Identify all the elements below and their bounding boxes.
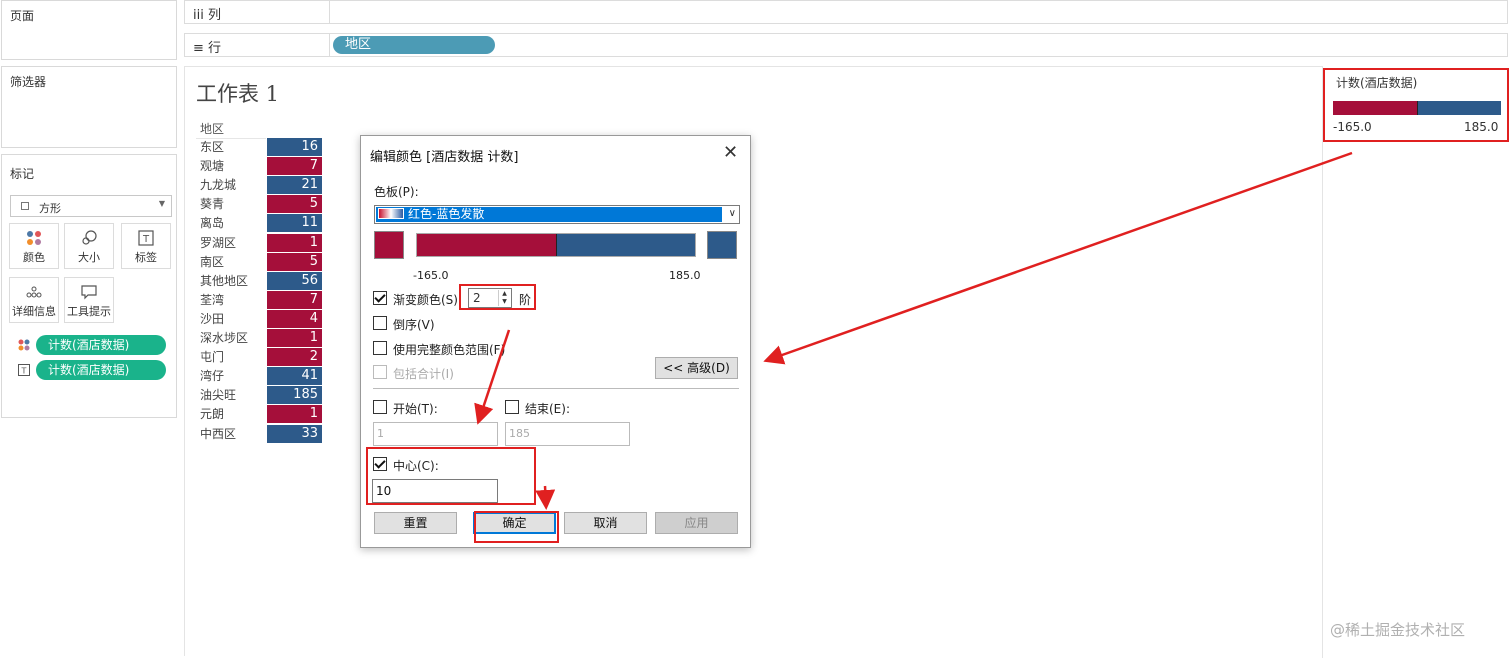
annotation-arrows <box>474 151 1353 510</box>
watermark: @稀土掘金技术社区 <box>1330 621 1466 639</box>
legend-to-advanced-arrow <box>763 151 1353 365</box>
steps-to-center-arrow <box>474 329 511 425</box>
center-to-ok-arrow <box>535 485 556 510</box>
